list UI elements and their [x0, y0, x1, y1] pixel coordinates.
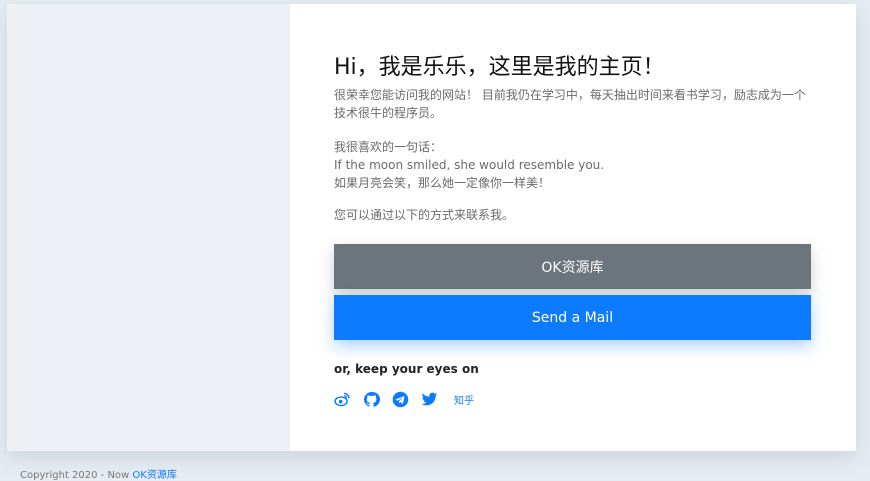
social-heading: or, keep your eyes on: [334, 362, 479, 376]
contact-text: 您可以通过以下的方式来联系我。: [334, 208, 515, 222]
site-button[interactable]: OK资源库: [334, 244, 811, 289]
content-panel: Hi，我是乐乐，这里是我的主页！ 很荣幸您能访问我的网站！ 目前我仍在学习中，每…: [290, 4, 856, 451]
social-links: 知乎: [334, 389, 474, 409]
intro-text: 很荣幸您能访问我的网站！ 目前我仍在学习中，每天抽出时间来看书学习，励志成为一个…: [334, 88, 806, 120]
telegram-icon[interactable]: [392, 391, 409, 408]
footer: Copyright 2020 - Now OK资源库: [20, 466, 177, 481]
github-icon[interactable]: [363, 391, 380, 408]
quote-block: 我很喜欢的一句话： If the moon smiled, she would …: [334, 138, 814, 192]
quote-english: If the moon smiled, she would resemble y…: [334, 158, 605, 172]
quote-chinese: 如果月亮会笑，那么她一定像你一样美！: [334, 176, 551, 190]
weibo-icon[interactable]: [334, 391, 351, 408]
send-mail-button[interactable]: Send a Mail: [334, 295, 811, 340]
zhihu-link[interactable]: 知乎: [454, 392, 474, 407]
profile-card: Hi，我是乐乐，这里是我的主页！ 很荣幸您能访问我的网站！ 目前我仍在学习中，每…: [7, 4, 856, 451]
page-title: Hi，我是乐乐，这里是我的主页！: [334, 55, 665, 80]
twitter-icon[interactable]: [421, 391, 438, 408]
copyright-text: Copyright 2020 - Now: [20, 470, 130, 481]
quote-intro: 我很喜欢的一句话：: [334, 140, 443, 154]
footer-site-link[interactable]: OK资源库: [132, 470, 176, 481]
left-image-panel: [7, 4, 290, 451]
